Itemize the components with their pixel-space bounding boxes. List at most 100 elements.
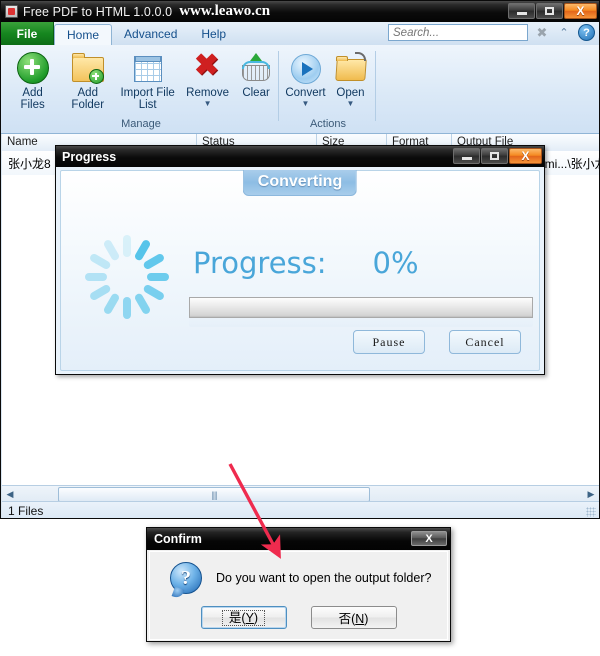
window-url-text: www.leawo.cn [179, 3, 271, 19]
scroll-right-arrow-icon[interactable]: ▶ [583, 486, 599, 502]
scrollbar-track[interactable]: |||| [18, 486, 583, 502]
add-files-label-2: Files [20, 99, 45, 111]
spinner-segment [142, 283, 166, 302]
confirm-close-button[interactable]: X [411, 531, 447, 546]
progress-bar-trough [189, 297, 533, 318]
remove-button[interactable]: ✖ Remove ▼ [180, 48, 235, 108]
confirm-dialog-message: Do you want to open the output folder? [216, 571, 432, 585]
tab-file[interactable]: File [1, 22, 54, 45]
open-chevron-down-icon[interactable]: ▼ [347, 100, 355, 108]
search-area: ✖ ⌃ ? [388, 24, 595, 41]
import-file-list-button[interactable]: Import File List [115, 48, 180, 111]
spinner-segment [142, 252, 166, 271]
progress-dialog-title: Progress [62, 149, 117, 164]
ribbon-group-actions: Convert ▼ Open ▼ Actions [283, 45, 373, 133]
convert-button[interactable]: Convert ▼ [283, 48, 328, 108]
close-icon: X [576, 4, 585, 18]
ribbon-group-actions-label: Actions [309, 118, 347, 130]
add-folder-label-1: Add [77, 87, 98, 99]
add-folder-button[interactable]: Add Folder [60, 48, 115, 111]
progress-close-button[interactable]: X [509, 148, 542, 164]
tab-home[interactable]: Home [54, 24, 113, 46]
spinner-segment [102, 292, 121, 316]
question-icon: ? [170, 562, 202, 594]
progress-minimize-button[interactable] [453, 148, 480, 164]
spinner-segment [88, 283, 112, 302]
window-title: Free PDF to HTML 1.0.0.0 [23, 4, 173, 19]
spinner-segment [123, 297, 131, 319]
progress-dialog-title-bar: Progress X [56, 146, 544, 167]
import-file-list-label-2: List [138, 99, 157, 111]
converting-status-tab: Converting [242, 170, 358, 196]
close-icon: X [521, 149, 530, 163]
confirm-dialog: Confirm X ? Do you want to open the outp… [146, 527, 451, 642]
confirm-dialog-title: Confirm [154, 532, 202, 546]
clear-icon [240, 52, 272, 84]
cell-output-file: lmi...\张小龙 [542, 157, 599, 171]
import-file-list-label-1: Import File [120, 87, 175, 99]
no-button[interactable]: 否(N) [310, 606, 397, 629]
yes-button-label-post: ) [253, 610, 259, 625]
import-file-list-icon [132, 52, 164, 84]
spinner-segment [133, 238, 152, 262]
maximize-button[interactable] [536, 3, 563, 19]
progress-percent-value: 0% [372, 246, 419, 280]
convert-icon [290, 52, 322, 84]
ribbon-group-manage: Add Files Add Folder Import File List ✖ … [5, 45, 277, 133]
pause-button[interactable]: Pause [353, 330, 425, 354]
confirm-dialog-body: ? Do you want to open the output folder?… [149, 551, 448, 640]
window-controls: X [508, 3, 597, 19]
convert-chevron-down-icon[interactable]: ▼ [302, 100, 310, 108]
ribbon-body: Add Files Add Folder Import File List ✖ … [1, 45, 599, 134]
spinner-segment [85, 273, 107, 281]
help-icon[interactable]: ? [578, 24, 595, 41]
no-button-key: N [355, 612, 365, 626]
tab-help[interactable]: Help [189, 23, 238, 45]
add-files-icon [16, 52, 49, 84]
spinner-segment [147, 273, 169, 281]
add-files-button[interactable]: Add Files [5, 48, 60, 111]
remove-label: Remove [186, 87, 229, 99]
open-icon [334, 52, 367, 84]
resize-grip-icon[interactable] [586, 507, 596, 517]
progress-dialog-window-controls: X [453, 148, 542, 164]
progress-dialog: Progress X Converting Progress: 0% Pause … [55, 145, 545, 375]
close-search-icon[interactable]: ✖ [534, 25, 550, 41]
cancel-button[interactable]: Cancel [449, 330, 521, 354]
remove-icon: ✖ [193, 49, 220, 82]
horizontal-scrollbar[interactable]: ◀ |||| ▶ [2, 485, 599, 502]
ribbon-separator-1 [278, 51, 279, 121]
clear-button[interactable]: Clear [235, 48, 277, 99]
spinner-segment [88, 252, 112, 271]
convert-label: Convert [285, 87, 326, 99]
ribbon-tab-strip: File Home Advanced Help ✖ ⌃ ? [1, 22, 599, 46]
status-bar: 1 Files [2, 501, 599, 518]
confirm-dialog-buttons: 是(Y) 否(N) [150, 606, 447, 629]
progress-label-row: Progress: 0% [193, 246, 419, 280]
open-button[interactable]: Open ▼ [328, 48, 373, 108]
clear-label: Clear [242, 87, 270, 99]
scroll-left-arrow-icon[interactable]: ◀ [2, 486, 18, 502]
add-files-label-1: Add [22, 87, 43, 99]
no-button-label: 否( [338, 612, 356, 626]
progress-maximize-button[interactable] [481, 148, 508, 164]
tab-advanced[interactable]: Advanced [112, 23, 189, 45]
app-icon [5, 5, 18, 18]
close-button[interactable]: X [564, 3, 597, 19]
ribbon-group-manage-label: Manage [121, 118, 161, 130]
spinner-segment [133, 292, 152, 316]
no-button-label-post: ) [364, 612, 369, 626]
add-folder-label-2: Folder [71, 99, 105, 111]
minimize-ribbon-icon[interactable]: ⌃ [556, 25, 572, 41]
status-text: 1 Files [8, 504, 44, 518]
scrollbar-thumb[interactable]: |||| [58, 487, 370, 502]
remove-chevron-down-icon[interactable]: ▼ [204, 100, 212, 108]
spinner-segment [123, 235, 131, 257]
yes-button[interactable]: 是(Y) [200, 606, 287, 629]
search-input[interactable] [388, 24, 528, 41]
spinner-segment [102, 238, 121, 262]
minimize-button[interactable] [508, 3, 535, 19]
confirm-dialog-title-bar: Confirm X [147, 528, 450, 550]
add-folder-icon [71, 52, 104, 84]
yes-button-key: Y [245, 610, 254, 625]
